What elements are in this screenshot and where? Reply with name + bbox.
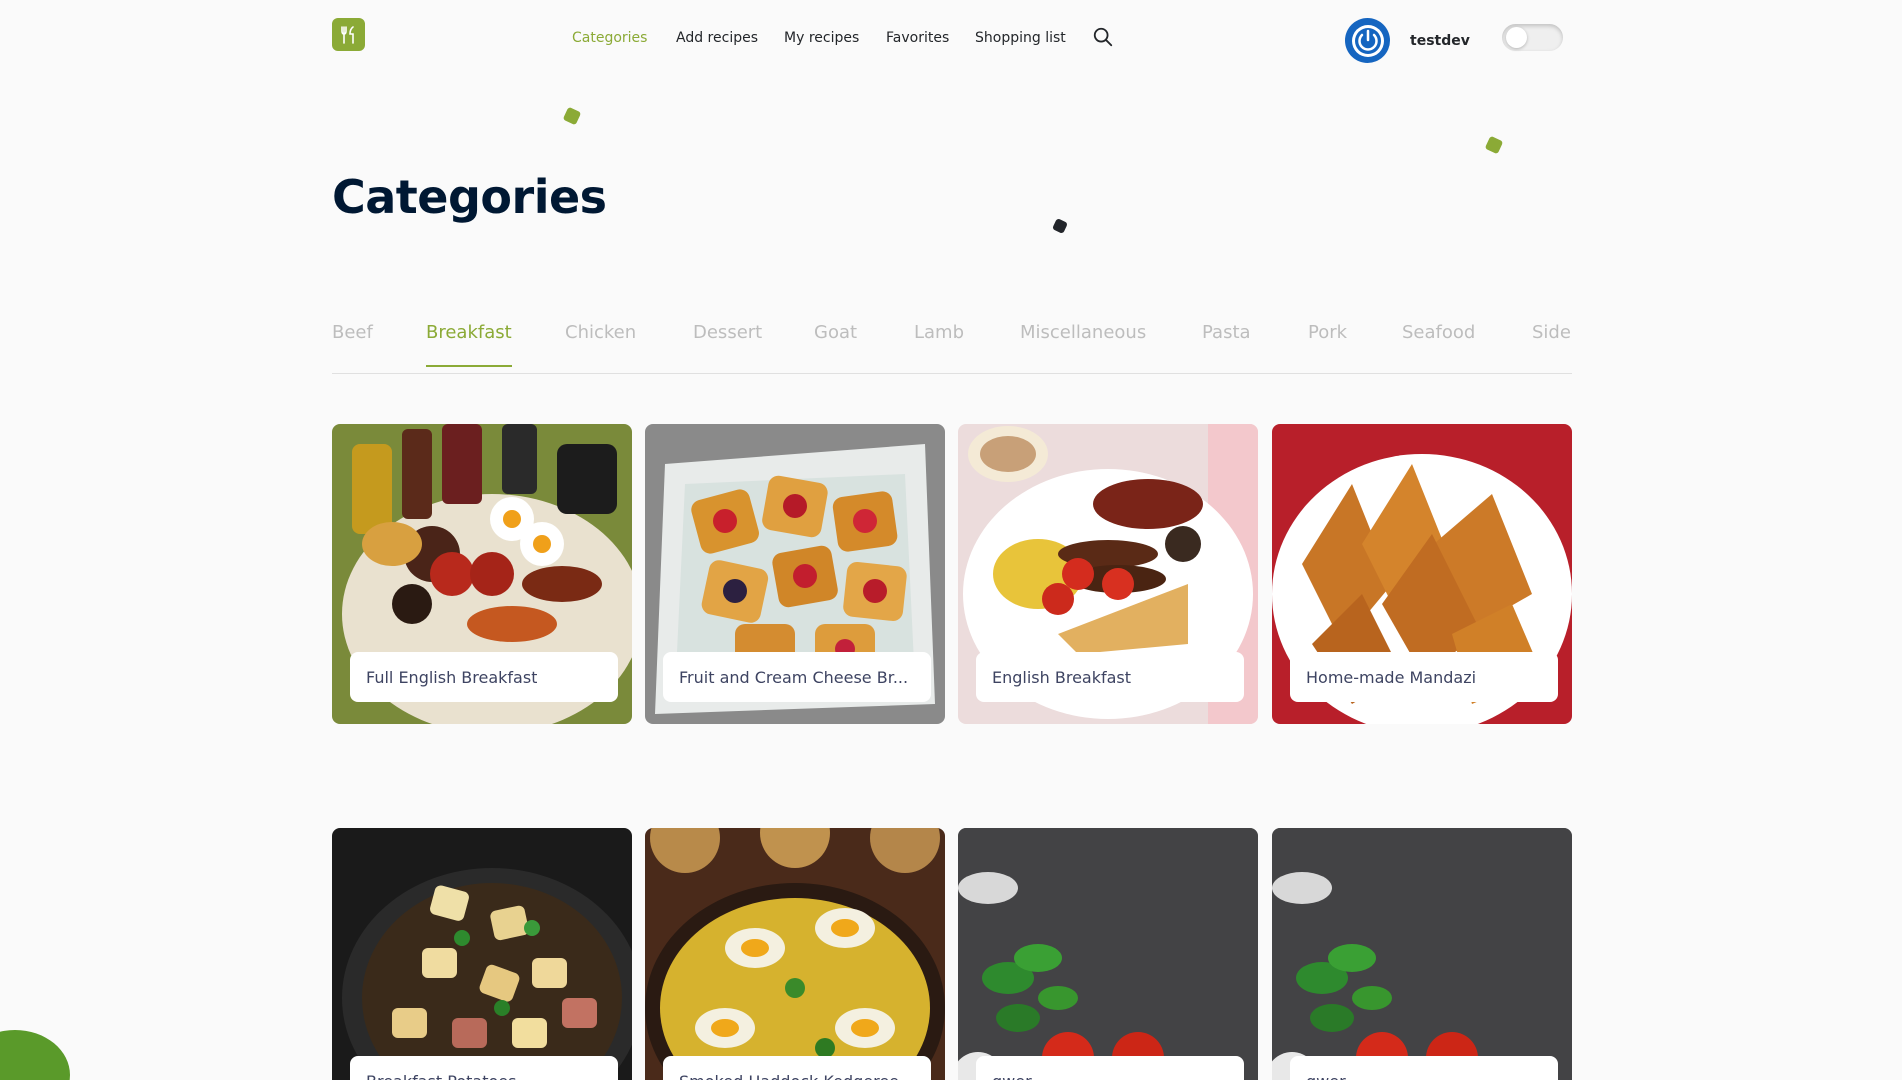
user-menu[interactable]: testdev [1345,18,1470,63]
recipe-card[interactable]: Smoked Haddock Kedgeree [645,828,945,1080]
tab-dessert[interactable]: Dessert [693,322,762,365]
decor-leaf [0,1030,70,1080]
recipe-card[interactable]: qwer [958,828,1258,1080]
recipe-card[interactable]: Full English Breakfast [332,424,632,724]
recipe-title: qwer [976,1056,1244,1080]
recipe-title: Home-made Mandazi [1290,652,1558,702]
recipe-card[interactable]: Breakfast Potatoes [332,828,632,1080]
recipe-image [958,828,1258,1080]
power-icon [1351,24,1384,57]
recipe-title: qwer [1290,1056,1558,1080]
tab-side[interactable]: Side [1532,322,1571,365]
theme-toggle[interactable] [1502,24,1563,51]
decor-square [562,106,582,126]
recipe-image [332,828,632,1080]
tab-miscellaneous[interactable]: Miscellaneous [1020,322,1146,365]
recipe-title: English Breakfast [976,652,1244,702]
decor-square [1052,218,1068,234]
recipe-card[interactable]: English Breakfast [958,424,1258,724]
recipe-image [1272,828,1572,1080]
header: Categories Add recipes My recipes Favori… [0,0,1902,80]
theme-toggle-knob [1506,27,1527,48]
search-icon[interactable] [1092,26,1114,48]
tab-breakfast[interactable]: Breakfast [426,322,512,367]
recipe-title: Breakfast Potatoes [350,1056,618,1080]
recipe-card[interactable]: qwer [1272,828,1572,1080]
tab-lamb[interactable]: Lamb [914,322,964,365]
avatar[interactable] [1345,18,1390,63]
recipe-image [645,828,945,1080]
decor-square [1484,135,1504,155]
nav-my-recipes[interactable]: My recipes [784,30,859,46]
recipe-card[interactable]: Home-made Mandazi [1272,424,1572,724]
nav-add-recipes[interactable]: Add recipes [676,30,758,46]
tab-pasta[interactable]: Pasta [1202,322,1251,365]
nav-favorites[interactable]: Favorites [886,30,949,46]
username: testdev [1410,32,1470,49]
recipe-card[interactable]: Fruit and Cream Cheese Br... [645,424,945,724]
tab-goat[interactable]: Goat [814,322,857,365]
tab-seafood[interactable]: Seafood [1402,322,1475,365]
nav-shopping-list[interactable]: Shopping list [975,30,1066,46]
tab-chicken[interactable]: Chicken [565,322,636,365]
fork-knife-icon [340,25,354,44]
nav-categories[interactable]: Categories [572,30,647,46]
recipe-title: Smoked Haddock Kedgeree [663,1056,931,1080]
tab-pork[interactable]: Pork [1308,322,1347,365]
page-title: Categories [332,170,607,224]
logo[interactable] [332,18,365,51]
recipe-title: Full English Breakfast [350,652,618,702]
tab-beef[interactable]: Beef [332,322,373,365]
recipe-title: Fruit and Cream Cheese Br... [663,652,931,702]
category-tabs: Beef Breakfast Chicken Dessert Goat Lamb… [332,316,1572,374]
